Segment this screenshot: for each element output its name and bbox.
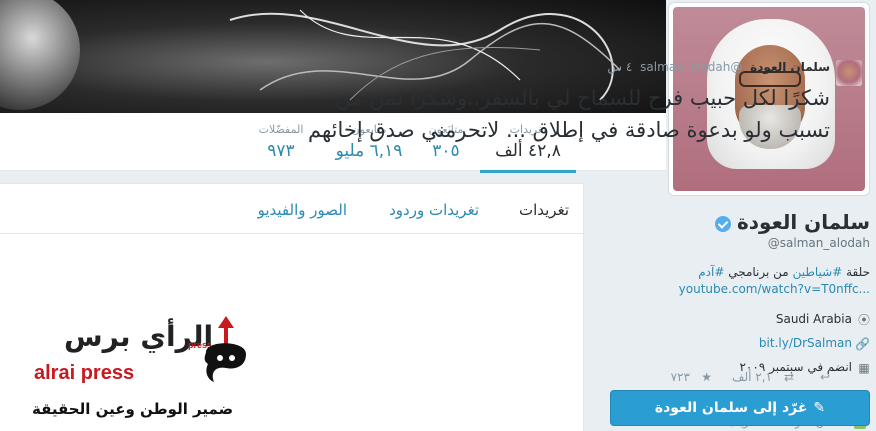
bio-mid-text: من برنامجي	[728, 265, 789, 279]
location-text: Saudi Arabia	[775, 312, 852, 326]
profile-location: ⦿ Saudi Arabia	[776, 312, 870, 326]
bio-hashtag-link-2[interactable]: #آدم	[698, 265, 724, 279]
tweet-author-name[interactable]: سلمان العودة	[750, 60, 830, 74]
timeline-tabs: تغريدات تغريدات وردود الصور والفيديو	[0, 184, 583, 234]
website-link[interactable]: bit.ly/DrSalman	[759, 336, 852, 350]
bio-hashtag-link[interactable]: #شياطين	[793, 265, 843, 279]
tweet-text: شكرًا لكل حبيب فرح للسماح لي بالسفر..وشك…	[308, 86, 830, 142]
bio-prefix: حلقة	[846, 265, 870, 279]
watermark: الرأي برس press alrai press ضمير الوطن و…	[20, 300, 280, 431]
compose-icon: ✎	[813, 400, 826, 416]
tweet-author-handle[interactable]: @salman_alodah	[640, 60, 742, 74]
tweet-time[interactable]: ٤ س	[607, 60, 632, 74]
bio-url-link[interactable]: youtube.com/watch?v=T0nffc...	[679, 282, 870, 296]
location-pin-icon: ⦿	[857, 312, 870, 327]
tweet-header: سلمان العودة @salman_alodah ٤ س	[607, 60, 830, 74]
tab-tweets-replies[interactable]: تغريدات وردود	[389, 201, 479, 219]
verified-icon	[714, 215, 731, 232]
link-icon: 🔗	[855, 336, 870, 351]
calendar-icon: ▦	[858, 360, 870, 375]
profile-sidebar: سلمان العودة @salman_alodah حلقة #شياطين…	[600, 200, 876, 431]
profile-website: 🔗bit.ly/DrSalman	[759, 336, 870, 350]
tab-media[interactable]: الصور والفيديو	[258, 201, 347, 219]
profile-joined: ▦ انضم في سبتمبر ٢٠٠٩	[739, 360, 870, 374]
tweet-to-button[interactable]: ✎ غرّد إلى سلمان العودة	[610, 390, 870, 426]
joined-text: انضم في سبتمبر ٢٠٠٩	[739, 360, 852, 374]
tab-tweets[interactable]: تغريدات	[519, 201, 569, 219]
profile-name: سلمان العودة	[714, 210, 870, 234]
watermark-english: alrai press	[34, 362, 135, 384]
watermark-logo-icon	[204, 316, 246, 382]
profile-name-text[interactable]: سلمان العودة	[737, 210, 870, 234]
profile-bio: حلقة #شياطين من برنامجي #آدم	[660, 262, 870, 282]
watermark-slogan: ضمير الوطن وعين الحقيقة	[32, 400, 234, 418]
tweet-avatar[interactable]	[836, 60, 862, 86]
tweet-to-label: غرّد إلى سلمان العودة	[654, 400, 808, 416]
profile-handle[interactable]: @salman_alodah	[768, 236, 870, 250]
